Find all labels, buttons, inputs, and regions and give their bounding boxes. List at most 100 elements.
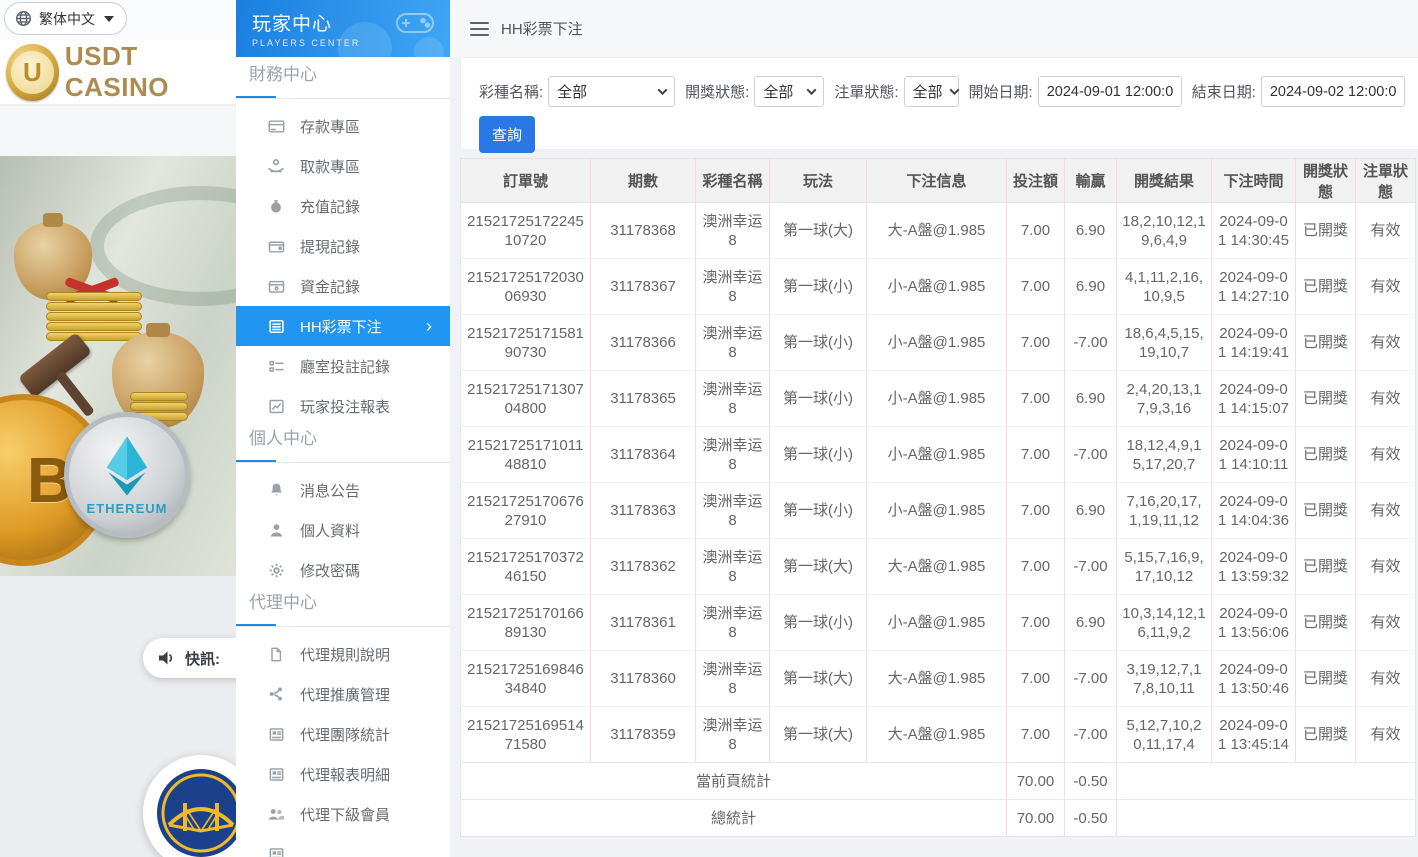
search-button[interactable]: 查詢 (479, 116, 536, 153)
sidebar-item-room-records[interactable]: 廳室投註記錄 (236, 346, 450, 386)
sidebar-item-bell[interactable]: 消息公告 (236, 470, 450, 510)
cell-draw-result: 18,6,4,5,15,19,10,7 (1116, 314, 1212, 371)
cell-lottery-name: 澳洲幸运8 (695, 538, 770, 595)
hamburger-icon[interactable] (470, 21, 489, 36)
cell-order-status: 有效 (1355, 482, 1416, 539)
sidebar-item-deposit-card[interactable]: 存款專區 (236, 106, 450, 146)
cell-win-loss: -7.00 (1064, 538, 1117, 595)
cell-bet-time: 2024-09-01 14:10:11 (1211, 426, 1296, 483)
cell-bet-amount: 7.00 (1006, 706, 1065, 763)
cell-win-loss: -7.00 (1064, 314, 1117, 371)
cell-play-type: 第一球(小) (769, 426, 867, 483)
order-status-label: 注單狀態: (834, 84, 899, 101)
section-title: 代理中心 (249, 593, 317, 612)
section-title: 個人中心 (249, 429, 317, 448)
summary-row: 總統計 70.00 -0.50 (460, 799, 1416, 837)
sidebar-item-ticket-list[interactable]: HH彩票下注 › (236, 306, 450, 346)
sidebar-item-moneybag[interactable]: 充值記錄 (236, 186, 450, 226)
panel-spacer (0, 106, 236, 156)
sidebar-item-withdraw-hand[interactable]: 取款專區 (236, 146, 450, 186)
cell-period: 31178362 (590, 538, 696, 595)
summary-win-loss: -0.50 (1064, 762, 1117, 800)
cell-bet-amount: 7.00 (1006, 370, 1065, 427)
cell-order-status: 有效 (1355, 426, 1416, 483)
sidebar-item-newspaper[interactable]: 代理報表明細 (236, 754, 450, 794)
ticker-label: 快訊: (185, 650, 220, 668)
table-row: 2152172517130704800 31178365 澳洲幸运8 第一球(小) 小-… (460, 370, 1416, 427)
cell-draw-result: 3,19,12,7,17,8,10,11 (1116, 650, 1212, 707)
col-draw-status: 開獎狀態 (1295, 158, 1356, 203)
cell-order-status: 有效 (1355, 202, 1416, 259)
sidebar-item-wallet[interactable]: 提現記錄 (236, 226, 450, 266)
start-date-label: 開始日期: (968, 84, 1033, 101)
cell-win-loss: 6.90 (1064, 594, 1117, 651)
cell-win-loss: 6.90 (1064, 370, 1117, 427)
sidebar-item-label: 存款專區 (300, 118, 361, 136)
summary-label: 當前頁統計 (460, 762, 1007, 800)
filter-panel: 彩種名稱: 全部 開獎狀態: 全部 注單狀態: 全部 開始日期: 結束日期: (460, 57, 1418, 153)
cell-bet-time: 2024-09-01 14:04:36 (1211, 482, 1296, 539)
cell-bet-amount: 7.00 (1006, 258, 1065, 315)
cell-draw-result: 7,16,20,17,1,19,11,12 (1116, 482, 1212, 539)
table-row: 2152172516951471580 31178359 澳洲幸运8 第一球(大) 大-… (460, 706, 1416, 763)
person-icon (267, 521, 285, 539)
cell-order-no: 2152172517037246150 (460, 538, 591, 595)
sidebar-item-label: HH彩票下注 (300, 318, 382, 336)
summary-filler (1116, 762, 1416, 800)
summary-bet-amount: 70.00 (1006, 762, 1065, 800)
language-label: 繁体中文 (39, 10, 95, 27)
avatar[interactable] (143, 755, 236, 857)
sidebar-item-label: 代理團隊統計 (300, 726, 391, 744)
cell-lottery-name: 澳洲幸运8 (695, 202, 770, 259)
cell-order-no: 2152172517067627910 (460, 482, 591, 539)
cell-period: 31178359 (590, 706, 696, 763)
sidebar-header: 玩家中心 PLAYERS CENTER (236, 0, 450, 57)
summary-win-loss: -0.50 (1064, 799, 1117, 837)
cell-play-type: 第一球(小) (769, 594, 867, 651)
sidebar-item-share[interactable]: 代理推廣管理 (236, 674, 450, 714)
order-status-select[interactable]: 全部 (903, 76, 959, 107)
sidebar-item-members[interactable]: 代理下級會員 (236, 794, 450, 834)
cell-draw-status: 已開獎 (1295, 706, 1356, 763)
sidebar-item-label: 代理下級會員 (300, 806, 391, 824)
cell-win-loss: -7.00 (1064, 426, 1117, 483)
report-icon (267, 397, 285, 415)
cell-bet-time: 2024-09-01 14:27:10 (1211, 258, 1296, 315)
sidebar-item-gear[interactable]: 修改密碼 (236, 550, 450, 590)
section-underline (236, 96, 450, 99)
end-date-input[interactable] (1260, 76, 1405, 107)
cell-draw-result: 18,12,4,9,15,17,20,7 (1116, 426, 1212, 483)
sidebar-item-document[interactable]: 代理規則說明 (236, 634, 450, 674)
cell-play-type: 第一球(小) (769, 314, 867, 371)
table-row: 2152172517016689130 31178361 澳洲幸运8 第一球(小) 小-… (460, 594, 1416, 651)
start-date-input[interactable] (1037, 76, 1182, 107)
cell-order-status: 有效 (1355, 538, 1416, 595)
lottery-name-select[interactable]: 全部 (548, 76, 676, 107)
moneybag-icon (267, 197, 285, 215)
sidebar-item-person[interactable]: 個人資料 (236, 510, 450, 550)
sidebar-item-newspaper[interactable]: 代理團隊統計 (236, 714, 450, 754)
cell-draw-result: 10,3,14,12,16,11,9,2 (1116, 594, 1212, 651)
top-bar: HH彩票下注 (450, 0, 1418, 57)
summary-bet-amount: 70.00 (1006, 799, 1065, 837)
draw-status-label: 開獎狀態: (685, 84, 750, 101)
sidebar-section: 代理中心代理規則說明代理推廣管理 代理團隊統計代理報表明細代理下級會員 (236, 590, 450, 857)
speaker-icon (159, 651, 173, 665)
room-records-icon (267, 357, 285, 375)
col-period: 期數 (590, 158, 696, 203)
cell-bet-amount: 7.00 (1006, 314, 1065, 371)
cell-order-status: 有效 (1355, 370, 1416, 427)
sidebar-item-label: 代理推廣管理 (300, 686, 391, 704)
brand-logo: U USDT CASINO (0, 40, 236, 105)
cell-bet-info: 大-A盤@1.985 (866, 650, 1007, 707)
sidebar-item-funds[interactable]: 資金記錄 (236, 266, 450, 306)
cell-bet-time: 2024-09-01 13:56:06 (1211, 594, 1296, 651)
cell-lottery-name: 澳洲幸运8 (695, 370, 770, 427)
draw-status-select[interactable]: 全部 (754, 76, 825, 107)
sidebar-item-label: 資金記錄 (300, 278, 361, 296)
sidebar-item-report[interactable]: 玩家投注報表 (236, 386, 450, 426)
language-selector[interactable]: 繁体中文 (4, 2, 127, 35)
cell-draw-status: 已開獎 (1295, 370, 1356, 427)
cell-bet-info: 大-A盤@1.985 (866, 706, 1007, 763)
sidebar-item-newspaper[interactable] (236, 834, 450, 857)
